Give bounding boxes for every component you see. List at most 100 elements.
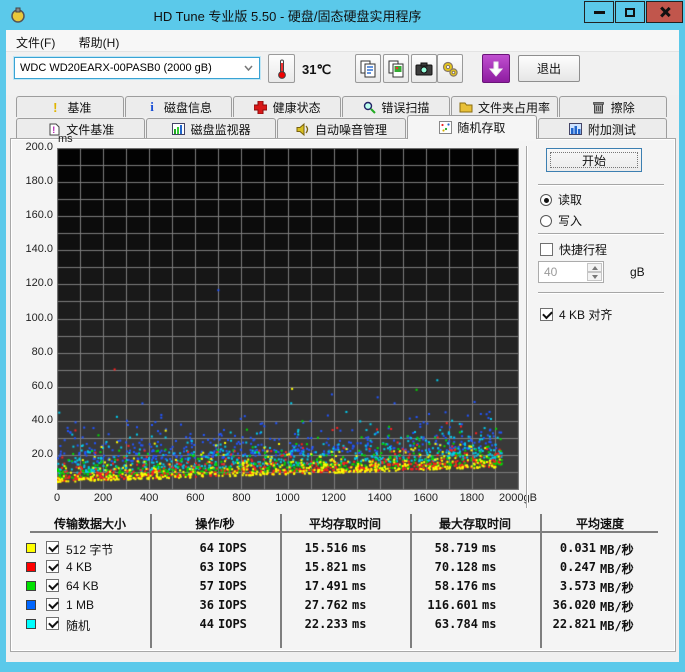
unit-avg: ms xyxy=(352,541,367,555)
copy-text-button[interactable] xyxy=(355,54,381,83)
col-header-iops: 操作/秒 xyxy=(195,517,235,531)
extra-tests-icon xyxy=(569,122,583,136)
copy-image-button[interactable] xyxy=(383,54,409,83)
thermometer-icon xyxy=(277,59,286,79)
svg-text:!: ! xyxy=(52,125,55,135)
drive-select[interactable]: WDC WD20EARX-00PASB0 (2000 gB) xyxy=(14,57,260,79)
radio-icon xyxy=(540,214,552,227)
close-button[interactable] xyxy=(646,1,683,23)
minimize-button[interactable] xyxy=(584,1,614,23)
screenshot-button[interactable] xyxy=(411,54,437,83)
tab-random-access[interactable]: 随机存取 xyxy=(407,115,537,139)
magnifier-icon xyxy=(362,100,376,114)
col-header-avg-speed: 平均速度 xyxy=(575,517,624,531)
unit-iops: IOPS xyxy=(218,579,247,593)
col-header-avg-access: 平均存取时间 xyxy=(308,517,381,531)
align-checkbox[interactable]: 4 KB 对齐 xyxy=(540,306,612,323)
unit-iops: IOPS xyxy=(218,617,247,631)
temperature-button[interactable] xyxy=(268,54,295,83)
vertical-separator xyxy=(526,146,528,508)
separator xyxy=(538,233,664,235)
tab-disk-monitor[interactable]: 磁盘监视器 xyxy=(146,118,276,139)
series-checkbox[interactable] xyxy=(46,617,59,630)
unit-max: ms xyxy=(482,579,497,593)
settings-button[interactable] xyxy=(437,54,463,83)
toolbar: WDC WD20EARX-00PASB0 (2000 gB) 31℃ 退出 xyxy=(6,52,679,95)
series-checkbox[interactable] xyxy=(46,541,59,554)
exit-button[interactable]: 退出 xyxy=(518,55,580,82)
unit-iops: IOPS xyxy=(218,541,247,555)
tab-row-1: ! 基准 i 磁盘信息 健康状态 错误扫描 文件夹占用率 擦除 xyxy=(16,95,668,117)
value-avg: 22.233 xyxy=(304,617,348,631)
update-button[interactable] xyxy=(482,54,510,83)
value-iops: 64 xyxy=(199,541,214,555)
unit-speed: MB/秒 xyxy=(600,581,634,595)
tab-benchmark[interactable]: ! 基准 xyxy=(16,96,124,117)
value-avg: 27.762 xyxy=(304,598,348,612)
separator xyxy=(538,184,664,186)
value-speed: 3.573 xyxy=(559,579,596,593)
series-label: 64 KB xyxy=(66,579,99,593)
value-speed: 36.020 xyxy=(552,598,596,612)
value-max: 70.128 xyxy=(434,560,478,574)
start-button[interactable]: 开始 xyxy=(546,148,642,172)
table-row: 64 KB 57 IOPS 17.491 ms 58.176 ms 3.573 MB/秒 xyxy=(0,578,685,596)
chevron-down-icon[interactable] xyxy=(240,60,257,76)
checkbox-icon xyxy=(540,308,553,321)
spin-down-button[interactable] xyxy=(587,272,602,281)
unit-max: ms xyxy=(482,541,497,555)
write-radio[interactable]: 写入 xyxy=(540,212,582,229)
window-title: HD Tune 专业版 5.50 - 硬盘/固态硬盘实用程序 xyxy=(153,9,422,24)
table-row: 4 KB 63 IOPS 15.821 ms 70.128 ms 0.247 MB/秒 xyxy=(0,559,685,577)
camera-icon xyxy=(415,62,433,75)
table-row: 随机 44 IOPS 22.233 ms 63.784 ms 22.821 MB/秒 xyxy=(0,616,685,634)
separator xyxy=(538,292,664,294)
health-cross-icon xyxy=(254,100,268,114)
radio-icon xyxy=(540,193,552,206)
value-max: 58.176 xyxy=(434,579,478,593)
minimize-icon xyxy=(593,10,605,14)
table-row: 512 字节 64 IOPS 15.516 ms 58.719 ms 0.031 MB/秒 xyxy=(0,540,685,558)
tab-disk-info[interactable]: i 磁盘信息 xyxy=(124,96,233,117)
value-avg: 15.821 xyxy=(304,560,348,574)
value-iops: 44 xyxy=(199,617,214,631)
tab-extra-tests[interactable]: 附加测试 xyxy=(537,118,668,139)
value-max: 58.719 xyxy=(434,541,478,555)
value-speed: 0.031 xyxy=(559,541,596,555)
folder-icon xyxy=(459,100,473,114)
series-checkbox[interactable] xyxy=(46,579,59,592)
value-iops: 57 xyxy=(199,579,214,593)
stroke-size-input[interactable]: 40 xyxy=(538,261,604,283)
tab-folder-usage[interactable]: 文件夹占用率 xyxy=(450,96,559,117)
series-label: 512 字节 xyxy=(66,543,114,557)
value-avg: 17.491 xyxy=(304,579,348,593)
unit-speed: MB/秒 xyxy=(600,543,634,557)
maximize-button[interactable] xyxy=(615,1,645,23)
value-max: 63.784 xyxy=(434,617,478,631)
shortstroke-checkbox[interactable]: 快捷行程 xyxy=(540,241,607,258)
tab-file-benchmark[interactable]: ! 文件基准 xyxy=(16,118,146,139)
series-color-swatch xyxy=(26,600,36,610)
read-radio[interactable]: 读取 xyxy=(540,191,582,208)
series-label: 随机 xyxy=(66,619,91,633)
tab-health[interactable]: 健康状态 xyxy=(233,96,342,117)
unit-iops: IOPS xyxy=(218,560,247,574)
unit-max: ms xyxy=(482,617,497,631)
tab-row-2: ! 文件基准 磁盘监视器 自动噪音管理 随机存取 附加测试 xyxy=(16,115,668,139)
series-checkbox[interactable] xyxy=(46,598,59,611)
menu-bar: 文件(F) 帮助(H) xyxy=(6,30,679,52)
series-checkbox[interactable] xyxy=(46,560,59,573)
unit-speed: MB/秒 xyxy=(600,562,634,576)
unit-avg: ms xyxy=(352,617,367,631)
series-color-swatch xyxy=(26,619,36,629)
tab-error-scan[interactable]: 错误扫描 xyxy=(342,96,450,117)
stroke-unit-label: gB xyxy=(630,265,645,279)
value-avg: 15.516 xyxy=(304,541,348,555)
tab-erase[interactable]: 擦除 xyxy=(559,96,668,117)
download-arrow-icon xyxy=(489,61,503,77)
info-icon: i xyxy=(150,99,154,114)
exclamation-icon: ! xyxy=(53,99,58,115)
tab-aam[interactable]: 自动噪音管理 xyxy=(276,118,407,139)
spin-up-button[interactable] xyxy=(587,263,602,272)
unit-max: ms xyxy=(482,560,497,574)
